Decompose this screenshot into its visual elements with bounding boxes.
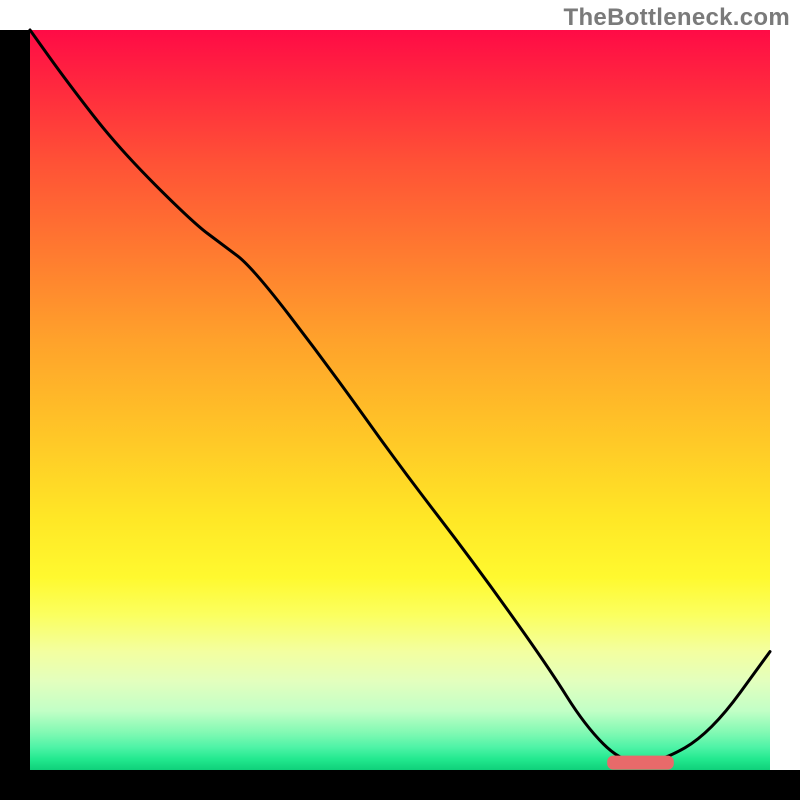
watermark-text: TheBottleneck.com [564,4,790,32]
x-axis-bar [0,770,800,800]
chart-frame: TheBottleneck.com [0,0,800,800]
optimal-range-marker [607,756,674,770]
y-axis-bar [0,30,30,800]
bottleneck-curve-path [30,30,770,763]
chart-overlay-svg [30,30,770,770]
